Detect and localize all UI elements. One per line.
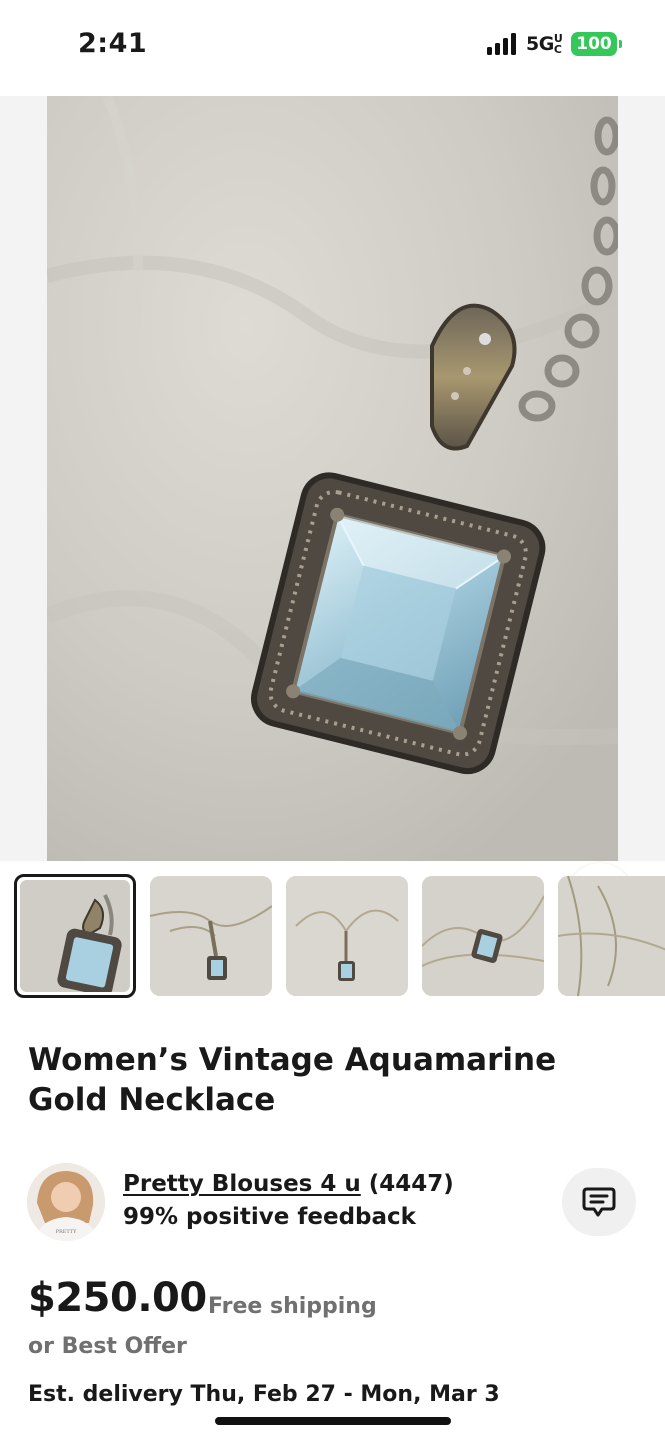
seller-info[interactable]: Pretty Blouses 4 u (4447) [123,1171,454,1197]
thumbnail-4[interactable] [422,876,544,996]
battery-icon: 100 [571,32,622,56]
thumbnail-strip[interactable] [14,874,665,998]
thumbnail-2[interactable] [150,876,272,996]
best-offer-label: or Best Offer [28,1334,187,1359]
cellular-signal-icon [487,33,519,55]
estimated-delivery: Est. delivery Thu, Feb 27 - Mon, Mar 3 [28,1382,500,1407]
seller-avatar[interactable]: PRETTY [27,1163,105,1241]
shipping-info: Free shipping [208,1294,377,1319]
listing-title: Women’s Vintage Aquamarine Gold Necklace [28,1042,557,1118]
status-bar: 2:41 5GUC 100 [0,0,665,92]
contact-seller-button[interactable] [562,1168,636,1236]
network-type: 5GUC [526,32,563,56]
seller-name-link[interactable]: Pretty Blouses 4 u [123,1171,361,1197]
product-main-photo[interactable] [47,96,618,861]
home-indicator[interactable] [215,1417,451,1425]
seller-feedback: 99% positive feedback [123,1204,416,1230]
price: $250.00 [28,1275,207,1321]
status-time: 2:41 [78,28,148,59]
product-image-gallery[interactable] [0,96,665,929]
seller-rating-count: (4447) [368,1171,454,1197]
svg-text:PRETTY: PRETTY [56,1229,78,1235]
message-icon [582,1187,616,1217]
thumbnail-3[interactable] [286,876,408,996]
thumbnail-5[interactable] [558,876,665,996]
thumbnail-1[interactable] [14,874,136,998]
